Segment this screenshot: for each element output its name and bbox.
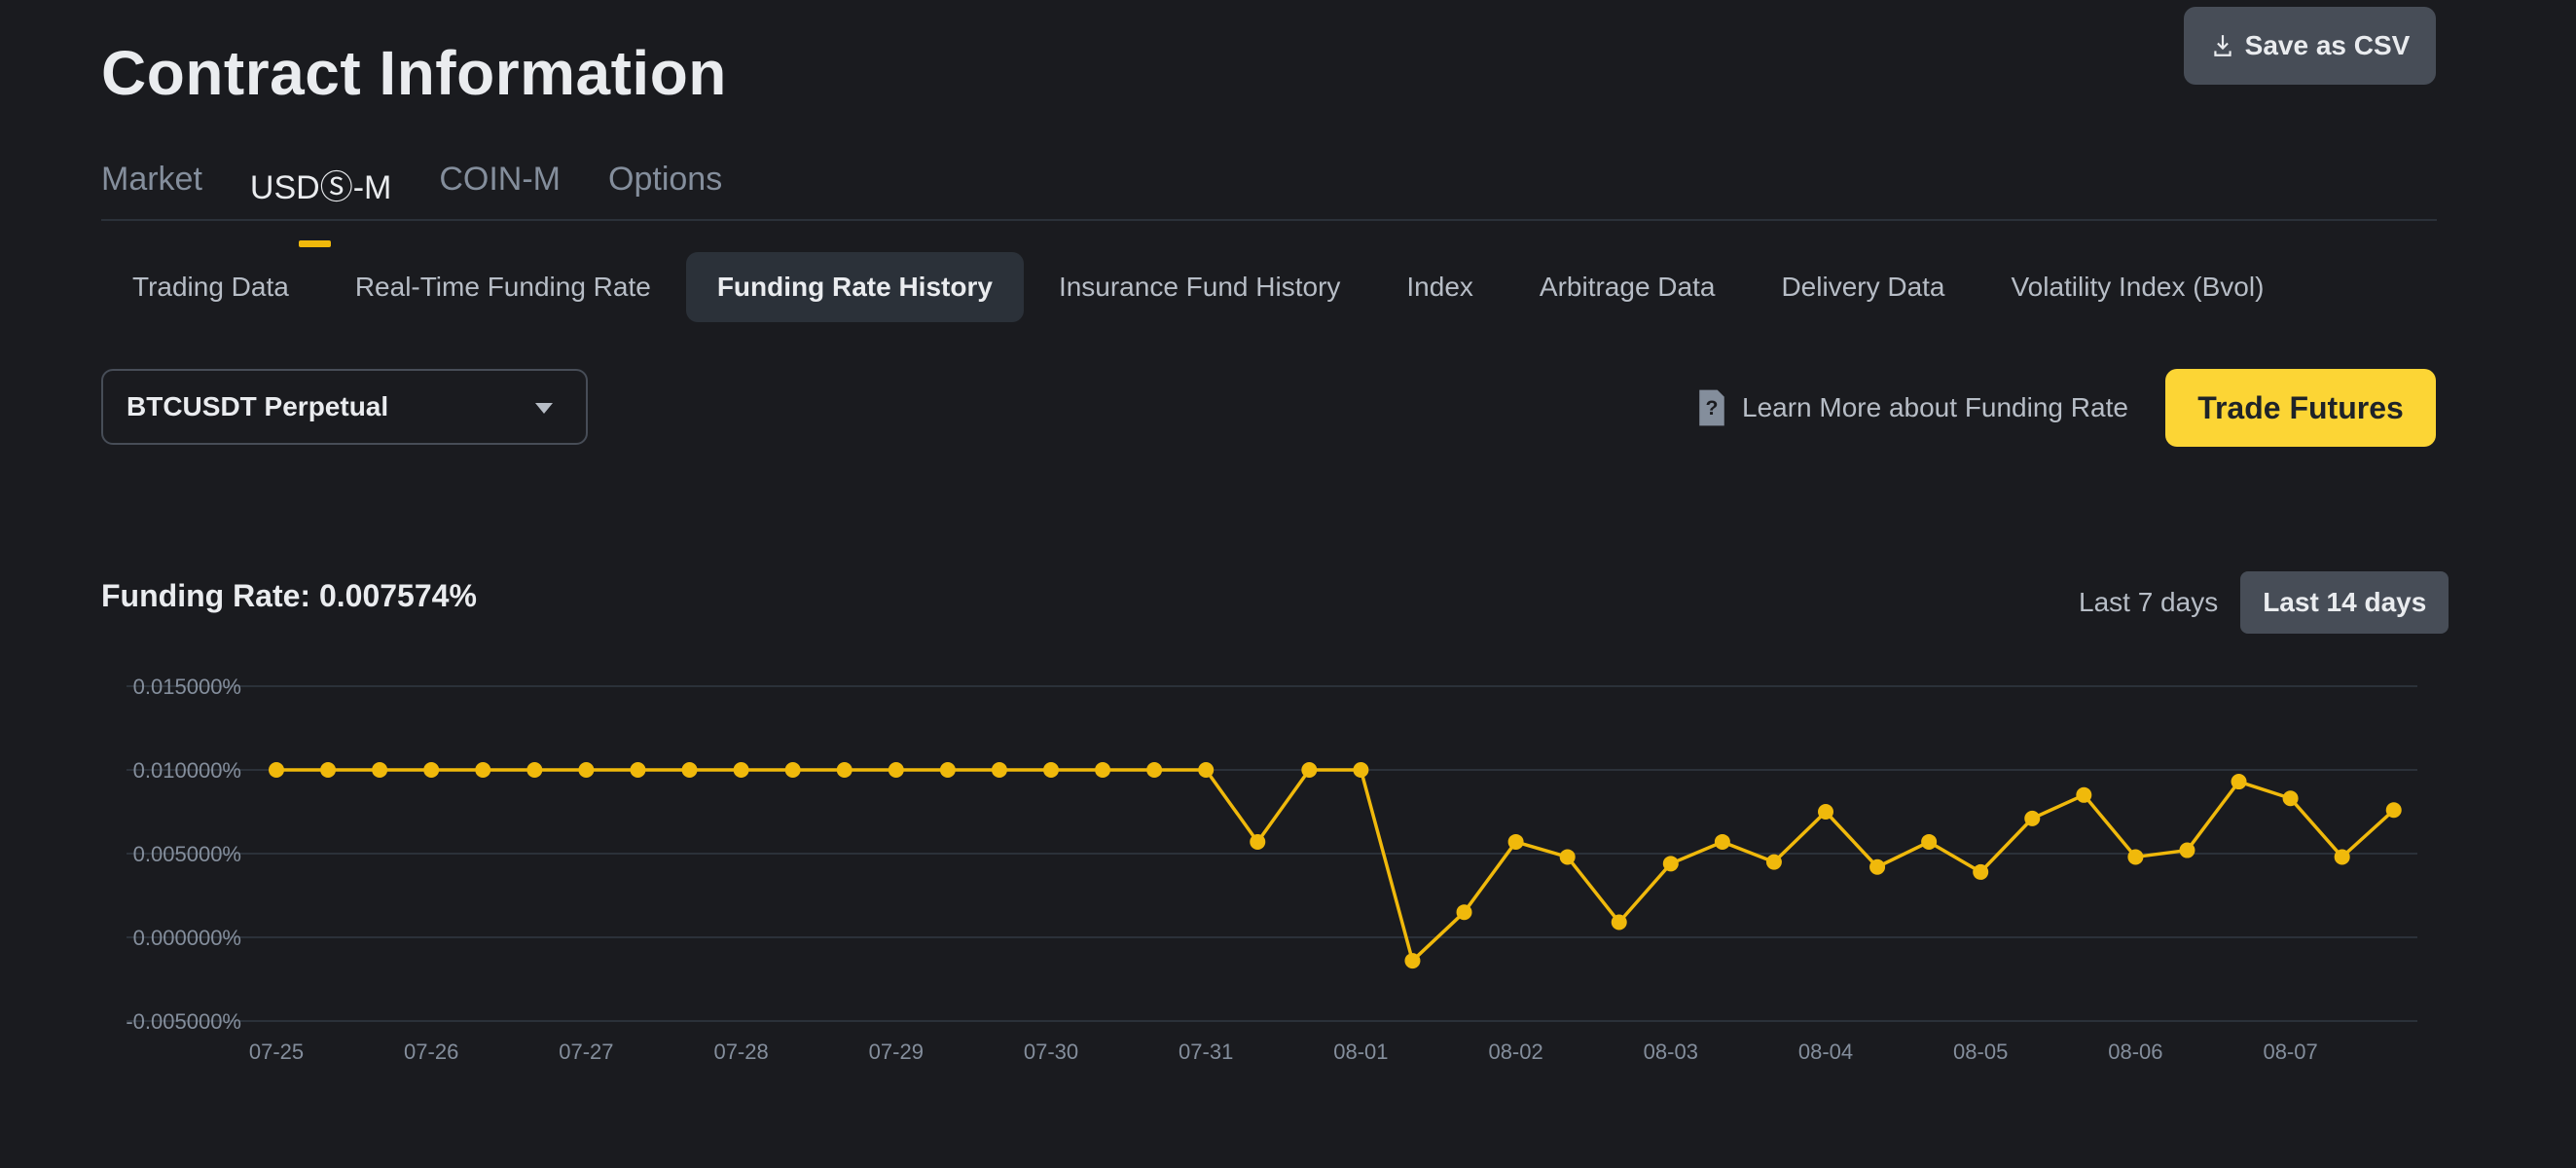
data-point	[526, 762, 543, 778]
data-point	[1507, 833, 1524, 850]
tab-trading-data[interactable]: Trading Data	[101, 252, 320, 322]
data-point	[578, 762, 595, 778]
tab-usds-m[interactable]: USDⓈ-M	[250, 161, 391, 247]
data-point	[2179, 842, 2195, 858]
data-point	[1250, 833, 1266, 850]
data-point	[320, 762, 337, 778]
tab-arbitrage-data[interactable]: Arbitrage Data	[1508, 252, 1747, 322]
data-point	[2127, 849, 2144, 865]
save-csv-button[interactable]: Save as CSV	[2184, 7, 2436, 85]
data-point	[2282, 790, 2299, 807]
series-line	[276, 768, 2395, 963]
y-tick-label: 0.010000%	[133, 758, 241, 783]
data-point	[1765, 854, 1782, 870]
tab-options[interactable]: Options	[608, 161, 722, 208]
x-tick-label: 07-31	[1179, 1040, 1233, 1064]
save-csv-label: Save as CSV	[2244, 30, 2411, 60]
x-tick-label: 07-26	[404, 1040, 458, 1064]
tab-volatility-index[interactable]: Volatility Index (Bvol)	[1980, 252, 2296, 322]
x-tick-label: 07-27	[559, 1040, 613, 1064]
data-point	[1973, 863, 1989, 880]
funding-rate-chart: 0.015000% 0.010000% 0.005000% 0.000000% -0.0…	[126, 675, 2417, 1064]
data-point	[991, 762, 1007, 778]
tab-coin-m[interactable]: COIN-M	[439, 161, 561, 208]
range-selector: Last 7 days Last 14 days	[2056, 571, 2449, 634]
range-7-days-button[interactable]: Last 7 days	[2056, 571, 2240, 634]
market-tabs: Market USDⓈ-M COIN-M Options	[101, 161, 722, 247]
x-tick-label: 08-04	[1798, 1040, 1853, 1064]
x-tick-label: 08-03	[1644, 1040, 1698, 1064]
data-point	[1869, 858, 1886, 875]
trade-futures-button[interactable]: Trade Futures	[2165, 369, 2436, 447]
data-point	[1095, 762, 1111, 778]
tab-index[interactable]: Index	[1375, 252, 1505, 322]
data-point	[269, 762, 284, 778]
tab-real-time-funding-rate[interactable]: Real-Time Funding Rate	[324, 252, 682, 322]
data-point	[2076, 786, 2092, 803]
x-tick-label: 07-28	[713, 1040, 768, 1064]
help-document-icon: ?	[1699, 389, 1724, 426]
data-point	[1662, 856, 1679, 872]
data-point	[1921, 833, 1938, 850]
tab-delivery-data[interactable]: Delivery Data	[1750, 252, 1976, 322]
data-point	[1611, 914, 1627, 931]
data-point	[939, 762, 956, 778]
data-tabs: Trading Data Real-Time Funding Rate Fund…	[101, 252, 2295, 322]
data-point	[372, 762, 388, 778]
data-point	[2231, 774, 2247, 790]
caret-down-icon	[535, 403, 553, 414]
x-tick-label: 07-25	[249, 1040, 304, 1064]
x-tick-label: 07-30	[1024, 1040, 1078, 1064]
y-tick-label: 0.005000%	[133, 842, 241, 866]
range-14-days-button[interactable]: Last 14 days	[2240, 571, 2449, 634]
svg-text:?: ?	[1706, 396, 1719, 420]
data-point	[1456, 904, 1472, 921]
data-point	[2385, 802, 2402, 819]
x-tick-label: 08-01	[1333, 1040, 1388, 1064]
tab-funding-rate-history[interactable]: Funding Rate History	[685, 252, 1024, 322]
x-tick-label: 07-29	[869, 1040, 924, 1064]
data-point	[836, 762, 853, 778]
symbol-select-value: BTCUSDT Perpetual	[127, 391, 389, 421]
data-point	[2024, 810, 2041, 826]
data-point	[1043, 762, 1059, 778]
x-tick-label: 08-05	[1953, 1040, 2008, 1064]
tabs-divider	[101, 219, 2437, 221]
x-tick-label: 08-06	[2108, 1040, 2162, 1064]
data-point	[784, 762, 801, 778]
data-point	[888, 762, 904, 778]
download-icon	[2213, 35, 2231, 56]
data-point	[1146, 762, 1163, 778]
data-point	[681, 762, 698, 778]
data-point	[1714, 833, 1730, 850]
y-tick-label: 0.000000%	[133, 926, 241, 950]
symbol-select[interactable]: BTCUSDT Perpetual	[101, 369, 588, 445]
funding-rate-value: Funding Rate: 0.007574%	[101, 578, 477, 613]
tab-market[interactable]: Market	[101, 161, 202, 208]
data-point	[1301, 762, 1318, 778]
data-point	[423, 762, 440, 778]
data-point	[475, 762, 491, 778]
data-point	[630, 762, 646, 778]
data-point	[1404, 953, 1421, 969]
x-tick-label: 08-07	[2263, 1040, 2317, 1064]
x-tick-label: 08-02	[1488, 1040, 1542, 1064]
data-point	[2334, 849, 2350, 865]
data-point	[733, 762, 749, 778]
data-point	[1559, 849, 1576, 865]
page-title: Contract Information	[101, 38, 727, 108]
data-point	[1353, 762, 1369, 778]
y-tick-label: -0.005000%	[126, 1009, 241, 1034]
data-point	[1818, 804, 1833, 820]
learn-more-link[interactable]: ? Learn More about Funding Rate	[1695, 388, 2128, 427]
data-point	[1198, 762, 1215, 778]
learn-more-label: Learn More about Funding Rate	[1742, 392, 2128, 422]
y-tick-label: 0.015000%	[133, 675, 241, 699]
tab-insurance-fund-history[interactable]: Insurance Fund History	[1028, 252, 1371, 322]
